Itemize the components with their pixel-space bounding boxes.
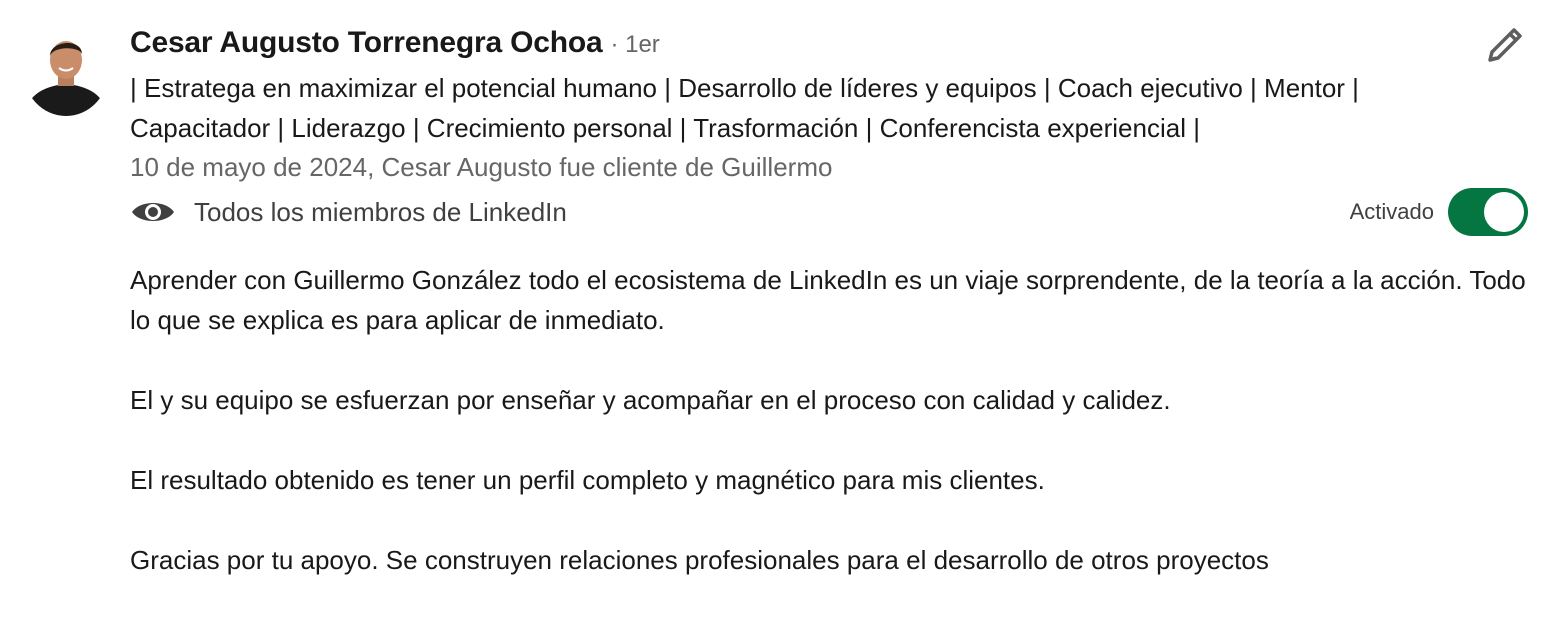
recommendation-paragraph: Gracias por tu apoyo. Se construyen rela…	[130, 545, 1269, 575]
toggle-label: Activado	[1349, 199, 1434, 224]
toggle-knob	[1484, 192, 1524, 232]
recommendation-paragraph: El resultado obtenido es tener un perfil…	[130, 465, 1045, 495]
avatar-photo	[23, 24, 109, 116]
avatar[interactable]	[23, 24, 109, 116]
visibility-toggle[interactable]	[1448, 188, 1528, 236]
recommender-name[interactable]: Cesar Augusto Torrenegra Ochoa	[130, 26, 603, 60]
recommender-header: Cesar Augusto Torrenegra Ochoa · 1er | E…	[130, 26, 1528, 186]
pencil-icon[interactable]	[1482, 22, 1528, 68]
visibility-toggle-group: Activado	[1350, 188, 1528, 236]
recommendation-paragraph: Aprender con Guillermo González todo el …	[130, 265, 1526, 335]
recommendation-text: Aprender con Guillermo González todo el …	[130, 260, 1530, 620]
name-row: Cesar Augusto Torrenegra Ochoa · 1er	[130, 26, 1528, 64]
visibility-setting: Todos los miembros de LinkedIn	[130, 192, 567, 232]
connection-degree: · 1er	[610, 31, 660, 58]
recommendation-paragraph: El y su equipo se esfuerzan por enseñar …	[130, 385, 1171, 415]
visibility-label: Todos los miembros de LinkedIn	[194, 196, 567, 227]
eye-icon	[132, 203, 174, 221]
recommender-headline: | Estratega en maximizar el potencial hu…	[130, 73, 1359, 143]
recommendation-card: Cesar Augusto Torrenegra Ochoa · 1er | E…	[0, 0, 1558, 584]
recommendation-meta: 10 de mayo de 2024, Cesar Augusto fue cl…	[130, 152, 833, 182]
